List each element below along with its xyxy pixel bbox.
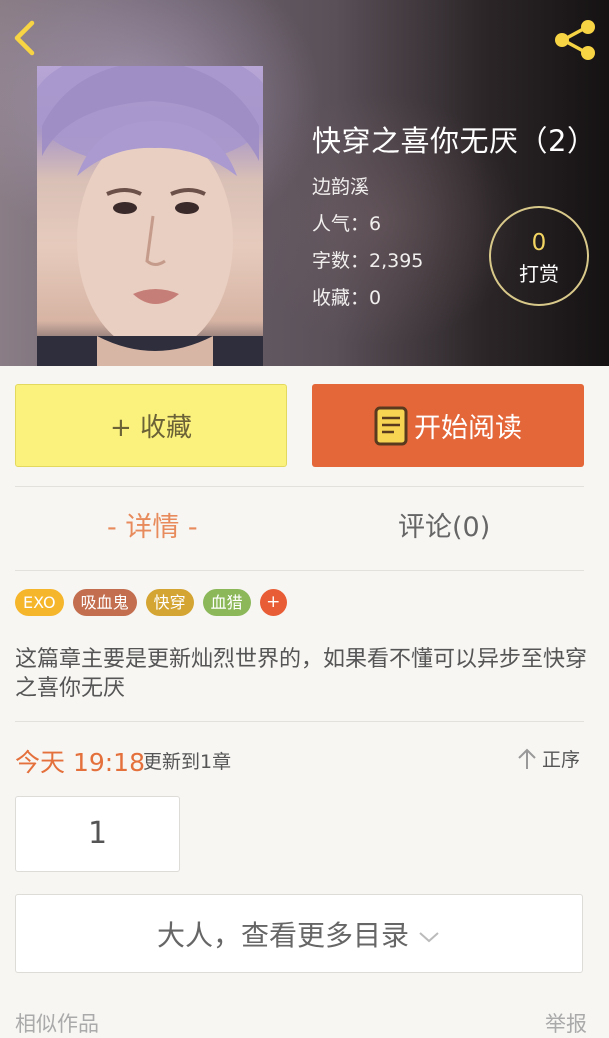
- collect-button-label: + 收藏: [109, 413, 193, 443]
- report-link[interactable]: 举报: [545, 1008, 587, 1038]
- divider: [15, 721, 584, 722]
- book-word-count: 字数：2,395: [312, 250, 424, 272]
- tip-count: 0: [531, 230, 547, 256]
- book-favorites: 收藏：0: [312, 287, 382, 309]
- tag-quick-transmigration[interactable]: 快穿: [145, 589, 194, 616]
- chevron-down-icon: [419, 931, 439, 942]
- book-cover-image: [37, 66, 263, 366]
- update-status: 更新到1章: [143, 751, 232, 773]
- start-reading-label: 开始阅读: [414, 413, 522, 444]
- tag-exo[interactable]: EXO: [15, 589, 64, 616]
- tab-details[interactable]: - 详情 -: [107, 505, 198, 544]
- tag-vampire[interactable]: 吸血鬼: [72, 589, 137, 616]
- book-header: 快穿之喜你无厌（2） 边韵溪 人气：6 字数：2,395 收藏：0 0 打赏: [0, 0, 609, 366]
- divider: [15, 570, 584, 571]
- collect-button[interactable]: + 收藏: [15, 384, 287, 467]
- share-icon[interactable]: [551, 18, 599, 62]
- update-time: 今天 19:18: [15, 748, 145, 777]
- book-popularity: 人气：6: [312, 213, 382, 235]
- tag-blood-hunter[interactable]: 血猎: [202, 589, 251, 616]
- similar-works-heading: 相似作品: [15, 1012, 99, 1036]
- book-author[interactable]: 边韵溪: [312, 172, 369, 199]
- tag-list: EXO 吸血鬼 快穿 血猎 +: [15, 589, 287, 617]
- view-more-catalog-label: 大人，查看更多目录: [156, 918, 409, 952]
- arrow-up-icon: [518, 748, 536, 769]
- tab-comments[interactable]: 评论(0): [398, 505, 490, 544]
- book-description: 这篇章主要是更新灿烈世界的，如果看不懂可以异步至快穿之喜你无厌: [15, 647, 588, 701]
- sort-order-label: 正序: [542, 749, 581, 771]
- chevron-left-icon[interactable]: [8, 18, 42, 58]
- tip-button[interactable]: 0 打赏: [489, 206, 589, 306]
- book-title: 快穿之喜你无厌（2）: [312, 124, 597, 158]
- book-icon: [374, 406, 408, 445]
- add-tag-button[interactable]: +: [259, 589, 287, 616]
- divider: [15, 486, 584, 487]
- start-reading-button[interactable]: 开始阅读: [312, 384, 584, 467]
- chapter-item[interactable]: 1: [15, 796, 180, 872]
- tip-label: 打赏: [519, 262, 559, 286]
- view-more-catalog-button[interactable]: 大人，查看更多目录: [15, 894, 583, 973]
- sort-order-button[interactable]: 正序: [516, 745, 580, 772]
